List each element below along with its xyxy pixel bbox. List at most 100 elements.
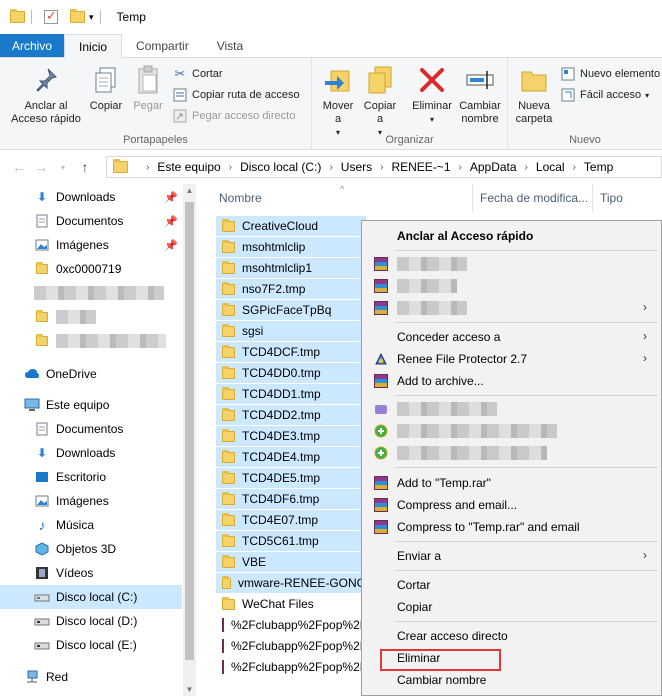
new-folder-button[interactable]: Nueva carpeta: [512, 64, 556, 126]
file-row[interactable]: TCD5C61.tmp: [216, 531, 366, 551]
file-row[interactable]: SGPicFaceTpBq: [216, 300, 366, 320]
menu-blurred-1[interactable]: [362, 253, 661, 275]
menu-enviar-a[interactable]: Enviar a ›: [362, 545, 661, 567]
file-row[interactable]: sgsi: [216, 321, 366, 341]
nav-pc-disco-d[interactable]: Disco local (D:): [34, 609, 182, 633]
nav-pc-disco-e[interactable]: Disco local (E:): [34, 633, 182, 657]
menu-compress-temp-email[interactable]: Compress to "Temp.rar" and email: [362, 516, 661, 538]
nav-pc-videos[interactable]: Vídeos: [34, 561, 182, 585]
file-row[interactable]: TCD4E07.tmp: [216, 510, 366, 530]
nav-quick-blurred-3[interactable]: [34, 329, 182, 353]
nav-quick-blurred-1[interactable]: [34, 281, 182, 305]
crumb-users[interactable]: Users: [341, 160, 372, 174]
menu-compress-email[interactable]: Compress and email...: [362, 494, 661, 516]
file-row[interactable]: msohtmlclip1: [216, 258, 366, 278]
paste-shortcut-button[interactable]: Pegar acceso directo: [172, 106, 295, 126]
menu-blurred-4[interactable]: [362, 398, 661, 420]
copy-button[interactable]: Copiar: [86, 64, 126, 113]
address-bar[interactable]: › Este equipo › Disco local (C:) › Users…: [106, 156, 662, 178]
file-row[interactable]: %2Fclubapp%2Fpop%2F: [216, 657, 367, 677]
customize-toolbar-icon[interactable]: ▾: [89, 12, 94, 23]
file-row[interactable]: nso7F2.tmp: [216, 279, 366, 299]
crumb-local[interactable]: Local: [536, 160, 565, 174]
file-row[interactable]: TCD4DE4.tmp: [216, 447, 366, 467]
column-header-date[interactable]: Fecha de modifica...: [480, 191, 588, 205]
recent-dropdown-icon[interactable]: ▾: [52, 163, 74, 172]
file-row[interactable]: VBE: [216, 552, 366, 572]
pin-quick-access-button[interactable]: Anclar al Acceso rápido: [6, 64, 86, 126]
file-row[interactable]: TCD4DD2.tmp: [216, 405, 366, 425]
file-row[interactable]: TCD4DD0.tmp: [216, 363, 366, 383]
move-to-button[interactable]: Mover a ▾: [318, 64, 358, 139]
nav-pc-documentos[interactable]: Documentos: [34, 417, 182, 441]
menu-crear-acceso-directo[interactable]: Crear acceso directo: [362, 625, 661, 647]
new-item-button[interactable]: Nuevo elemento: [560, 64, 660, 84]
menu-blurred-3[interactable]: ›: [362, 297, 661, 319]
crumb-renee[interactable]: RENEE-~1: [391, 160, 450, 174]
cut-button[interactable]: ✂ Cortar: [172, 64, 223, 84]
file-row[interactable]: TCD4DE5.tmp: [216, 468, 366, 488]
nav-quick-imagenes[interactable]: Imágenes 📌: [34, 233, 182, 257]
easy-access-button[interactable]: Fácil acceso ▾: [560, 85, 649, 105]
nav-pc-objetos3d[interactable]: Objetos 3D: [34, 537, 182, 561]
menu-add-to-archive[interactable]: Add to archive...: [362, 370, 661, 392]
menu-add-to-temp-rar[interactable]: Add to "Temp.rar": [362, 472, 661, 494]
column-divider[interactable]: [472, 184, 473, 212]
file-row[interactable]: %2Fclubapp%2Fpop%2F: [216, 615, 367, 635]
menu-blurred-5[interactable]: [362, 420, 661, 442]
nav-onedrive[interactable]: OneDrive: [24, 362, 182, 386]
nav-red[interactable]: Red: [24, 665, 182, 689]
file-row[interactable]: TCD4DE3.tmp: [216, 426, 366, 446]
column-header-name[interactable]: Nombre: [219, 191, 262, 205]
paste-button[interactable]: Pegar: [128, 64, 168, 113]
nav-pc-disco-c[interactable]: Disco local (C:): [0, 585, 182, 609]
nav-pc-musica[interactable]: ♪ Música: [34, 513, 182, 537]
nav-quick-downloads[interactable]: ⬇ Downloads 📌: [34, 185, 182, 209]
menu-blurred-2[interactable]: [362, 275, 661, 297]
menu-blurred-6[interactable]: [362, 442, 661, 464]
file-row[interactable]: msohtmlclip: [216, 237, 366, 257]
new-folder-icon[interactable]: [70, 9, 85, 23]
back-arrow-icon[interactable]: ←: [8, 159, 30, 175]
tab-archivo[interactable]: Archivo: [0, 34, 65, 57]
file-row[interactable]: WeChat Files: [216, 594, 362, 614]
file-row[interactable]: TCD4DF6.tmp: [216, 489, 366, 509]
pin-icon[interactable]: 📌: [164, 239, 178, 252]
copy-path-button[interactable]: Copiar ruta de acceso: [172, 85, 300, 105]
scroll-up-arrow-icon[interactable]: ▲: [183, 186, 196, 195]
pin-icon[interactable]: 📌: [164, 215, 178, 228]
properties-icon[interactable]: [44, 8, 58, 24]
nav-pc-imagenes[interactable]: Imágenes: [34, 489, 182, 513]
forward-arrow-icon[interactable]: →: [30, 159, 52, 175]
up-arrow-icon[interactable]: ↑: [74, 159, 96, 175]
menu-renee-file-protector[interactable]: Renee File Protector 2.7 ›: [362, 348, 661, 370]
crumb-temp[interactable]: Temp: [584, 160, 613, 174]
menu-cambiar-nombre[interactable]: Cambiar nombre: [362, 669, 661, 691]
crumb-disco-c[interactable]: Disco local (C:): [240, 160, 321, 174]
menu-pin-quick-access[interactable]: Anclar al Acceso rápido: [362, 225, 661, 247]
tab-compartir[interactable]: Compartir: [122, 34, 203, 57]
delete-button[interactable]: Eliminar ▾: [408, 64, 456, 126]
menu-copiar[interactable]: Copiar: [362, 596, 661, 618]
pin-icon[interactable]: 📌: [164, 191, 178, 204]
rename-button[interactable]: Cambiar nombre: [456, 64, 504, 126]
file-row[interactable]: CreativeCloud: [216, 216, 366, 236]
nav-pc-escritorio[interactable]: Escritorio: [34, 465, 182, 489]
file-row[interactable]: TCD4DCF.tmp: [216, 342, 366, 362]
crumb-este-equipo[interactable]: Este equipo: [157, 160, 220, 174]
file-row[interactable]: %2Fclubapp%2Fpop%2F: [216, 636, 367, 656]
crumb-appdata[interactable]: AppData: [470, 160, 517, 174]
nav-quick-documentos[interactable]: Documentos 📌: [34, 209, 182, 233]
tab-vista[interactable]: Vista: [203, 34, 257, 57]
menu-conceder-acceso[interactable]: Conceder acceso a ›: [362, 326, 661, 348]
scroll-down-arrow-icon[interactable]: ▼: [183, 685, 196, 694]
tab-inicio[interactable]: Inicio: [64, 34, 123, 59]
nav-pc-downloads[interactable]: ⬇ Downloads: [34, 441, 182, 465]
file-row[interactable]: vmware-RENEE-GONG: [216, 573, 366, 593]
menu-cortar[interactable]: Cortar: [362, 574, 661, 596]
nav-quick-blurred-2[interactable]: [34, 305, 182, 329]
column-header-type[interactable]: Tipo: [600, 191, 623, 205]
scrollbar-thumb[interactable]: [185, 202, 194, 660]
copy-to-button[interactable]: Copiar a ▾: [360, 64, 400, 139]
nav-quick-0xc0000719[interactable]: 0xc0000719: [34, 257, 182, 281]
